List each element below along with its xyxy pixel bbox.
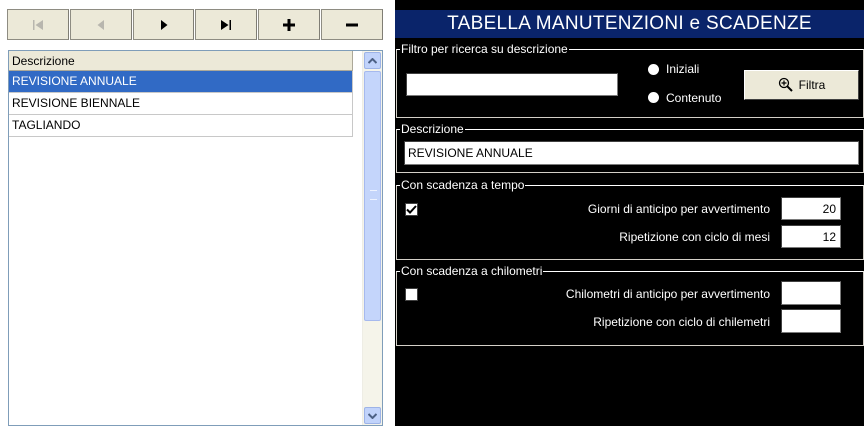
chevron-up-icon <box>368 57 377 64</box>
first-record-button[interactable] <box>7 9 69 40</box>
table-row[interactable]: REVISIONE ANNUALE <box>9 71 353 93</box>
vertical-scrollbar[interactable] <box>362 51 382 425</box>
chevron-down-icon <box>368 412 377 419</box>
km-advance-label: Chilometri di anticipo per avvertimento <box>565 287 770 301</box>
previous-record-icon <box>97 19 104 30</box>
delete-record-icon <box>346 23 359 26</box>
page-title: TABELLA MANUTENZIONI e SCADENZE <box>395 10 864 38</box>
scroll-down-button[interactable] <box>364 407 381 424</box>
add-record-icon <box>283 18 296 31</box>
add-record-button[interactable] <box>258 9 321 40</box>
km-cycle-label: Ripetizione con ciclo di chilemetri <box>593 315 770 329</box>
table-row[interactable]: REVISIONE BIENNALE <box>9 93 353 115</box>
record-navigator <box>7 9 383 41</box>
column-header-descrizione[interactable]: Descrizione <box>9 51 353 71</box>
description-legend: Descrizione <box>401 122 464 136</box>
description-input[interactable] <box>404 141 859 165</box>
delete-record-button[interactable] <box>321 9 383 40</box>
km-expiry-legend: Con scadenza a chilometri <box>401 264 543 278</box>
filter-button[interactable]: Filtra <box>744 70 859 100</box>
zoom-in-icon <box>778 77 793 92</box>
last-record-icon <box>221 19 232 30</box>
grip-icon <box>370 190 377 200</box>
records-grid[interactable]: Descrizione REVISIONE ANNUALE REVISIONE … <box>8 50 383 426</box>
scroll-thumb[interactable] <box>364 71 381 321</box>
previous-record-button[interactable] <box>69 9 132 40</box>
radio-initial[interactable] <box>648 64 659 75</box>
radio-content-label: Contenuto <box>666 91 722 105</box>
time-expiry-checkbox[interactable] <box>405 203 418 216</box>
time-cycle-input[interactable] <box>781 225 841 248</box>
scroll-up-button[interactable] <box>364 52 381 69</box>
time-expiry-legend: Con scadenza a tempo <box>401 178 525 192</box>
last-record-button[interactable] <box>195 9 258 40</box>
radio-initial-label: Iniziali <box>666 62 700 76</box>
filter-button-label: Filtra <box>798 78 826 92</box>
km-expiry-group: Con scadenza a chilometri <box>396 264 864 346</box>
next-record-button[interactable] <box>132 9 195 40</box>
km-expiry-checkbox[interactable] <box>405 288 418 301</box>
filter-legend: Filtro per ricerca su descrizione <box>401 42 568 56</box>
next-record-icon <box>160 19 168 30</box>
time-advance-label: Giorni di anticipo per avvertimento <box>587 202 770 216</box>
table-row[interactable]: TAGLIANDO <box>9 115 353 137</box>
time-cycle-label: Ripetizione con ciclo di mesi <box>619 230 770 244</box>
first-record-icon <box>32 19 43 30</box>
km-cycle-input[interactable] <box>781 309 841 333</box>
detail-pane: TABELLA MANUTENZIONI e SCADENZE Filtro p… <box>395 0 864 426</box>
checkmark-icon <box>406 205 417 214</box>
records-pane: Descrizione REVISIONE ANNUALE REVISIONE … <box>0 0 393 426</box>
radio-content[interactable] <box>648 92 659 103</box>
km-advance-input[interactable] <box>781 281 841 305</box>
time-advance-input[interactable] <box>781 197 841 220</box>
filter-input[interactable] <box>406 73 618 96</box>
